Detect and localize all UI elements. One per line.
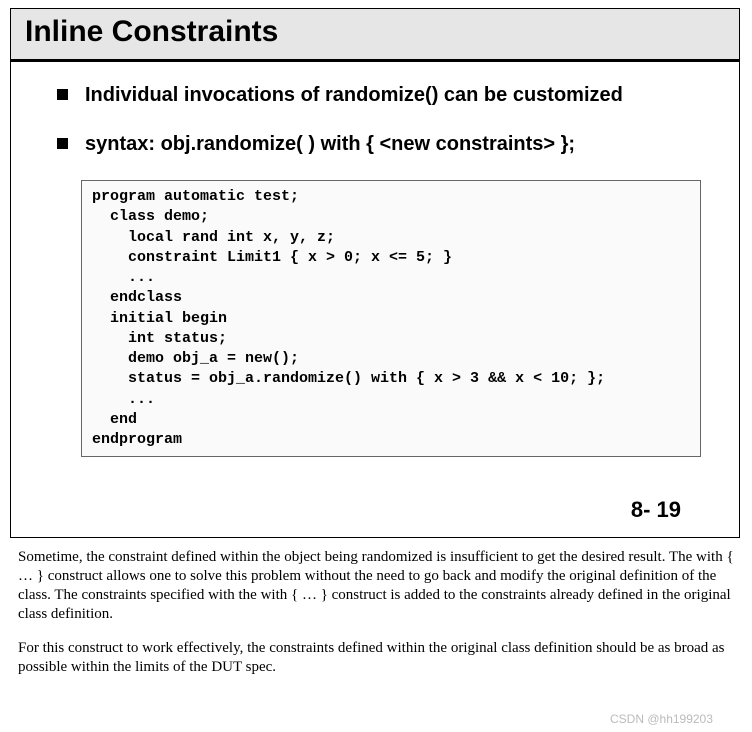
code-block: program automatic test; class demo; loca… (81, 180, 701, 457)
bullet-item: syntax: obj.randomize( ) with { <new con… (57, 131, 701, 158)
speaker-notes: Sometime, the constraint defined within … (18, 548, 734, 677)
presentation-slide: Inline Constraints Individual invocation… (10, 8, 740, 538)
page-number: 8- 19 (57, 457, 701, 529)
watermark: CSDN @hh199203 (610, 712, 713, 726)
bullet-list: Individual invocations of randomize() ca… (57, 82, 701, 158)
slide-title-bar: Inline Constraints (11, 9, 739, 62)
slide-body: Individual invocations of randomize() ca… (11, 62, 739, 537)
slide-title: Inline Constraints (25, 15, 725, 49)
notes-paragraph: For this construct to work effectively, … (18, 639, 734, 677)
notes-paragraph: Sometime, the constraint defined within … (18, 548, 734, 623)
bullet-item: Individual invocations of randomize() ca… (57, 82, 701, 109)
